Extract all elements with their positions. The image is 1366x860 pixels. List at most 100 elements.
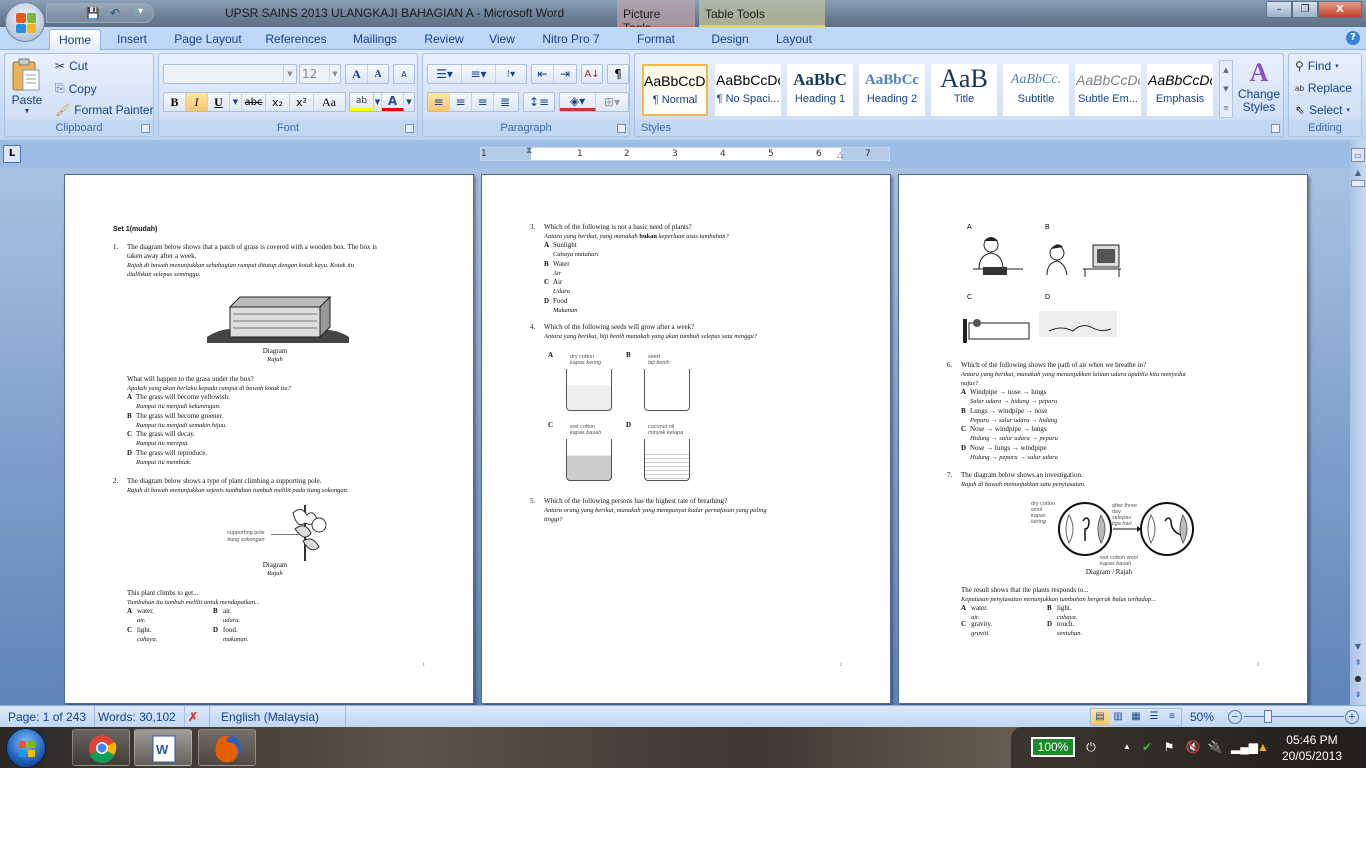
borders-button[interactable]: ⊞▾ — [596, 93, 628, 111]
italic-button[interactable]: I — [186, 93, 208, 111]
underline-dropdown-icon[interactable]: ▼ — [230, 93, 242, 111]
shrink-font-button[interactable]: A — [368, 65, 388, 83]
office-button[interactable] — [5, 2, 45, 42]
shading-button[interactable]: ◈▾ — [560, 93, 596, 111]
volume-muted-icon[interactable]: 🔇 — [1185, 739, 1201, 755]
battery-indicator[interactable]: 100% — [1031, 737, 1075, 757]
paste-button[interactable]: Paste ▼ — [11, 58, 43, 115]
scroll-thumb[interactable] — [1351, 180, 1365, 187]
clock[interactable]: 05:46 PM 20/05/2013 — [1282, 732, 1342, 764]
numbering-button[interactable]: ≡▾ — [462, 65, 496, 83]
option-text[interactable]: The grass will decay. — [136, 430, 195, 439]
style-subtitle[interactable]: AaBbCc. Subtitle — [1003, 64, 1069, 116]
scroll-down-icon[interactable]: ▼ — [1351, 640, 1365, 654]
browse-object-icon[interactable]: ● — [1351, 672, 1365, 686]
zoom-slider-thumb[interactable] — [1264, 710, 1272, 723]
sort-button[interactable]: A↓ — [582, 65, 602, 83]
option-text[interactable]: Sunlight — [553, 241, 577, 250]
usb-device-icon[interactable]: ✔ — [1139, 739, 1155, 755]
vertical-scrollbar[interactable]: ▭ ▲ ▼ ⇞ ● ⇟ — [1350, 140, 1366, 705]
word-count[interactable]: Words: 30,102 — [90, 706, 185, 728]
show-formatting-button[interactable]: ¶ — [608, 65, 628, 83]
tab-picture-format[interactable]: Format — [630, 29, 682, 50]
option-text[interactable]: gravity. — [971, 620, 992, 629]
minimize-button[interactable]: – — [1266, 1, 1292, 18]
decrease-indent-button[interactable]: ⇤ — [532, 65, 554, 83]
option-text[interactable]: Windpipe → nose → lungs — [970, 388, 1046, 397]
clear-formatting-button[interactable]: A — [394, 65, 414, 83]
zoom-slider[interactable] — [1244, 716, 1344, 717]
paragraph-dialog-launcher[interactable] — [617, 124, 626, 133]
style-normal[interactable]: AaBbCcDc ¶ Normal — [642, 64, 708, 116]
scroll-up-icon[interactable]: ▲ — [1351, 166, 1365, 180]
tab-insert[interactable]: Insert — [110, 29, 154, 50]
print-layout-view[interactable]: ▤ — [1091, 709, 1109, 725]
option-text[interactable]: Air — [553, 278, 562, 287]
font-color-button[interactable]: A — [382, 93, 404, 111]
word-taskbar-button[interactable]: W — [134, 729, 192, 766]
format-painter-button[interactable]: 🖌 Format Painter — [55, 103, 154, 117]
tab-page-layout[interactable]: Page Layout — [170, 29, 246, 50]
option-text[interactable]: Nose → lungs → windpipe — [970, 444, 1047, 453]
power-icon[interactable]: 🔌 — [1207, 739, 1223, 755]
power-plug-icon[interactable]: ⏻ — [1083, 739, 1099, 755]
justify-button[interactable]: ≣ — [494, 93, 516, 111]
horizontal-ruler[interactable]: 1 1 2 3 4 5 6 7 ⧗ △ — [480, 146, 890, 162]
tab-table-design[interactable]: Design — [706, 29, 754, 50]
option-text[interactable]: Nose → windpipe → lungs — [970, 425, 1047, 434]
zoom-out-button[interactable]: − — [1228, 710, 1242, 724]
customize-qat-icon[interactable]: ▾ — [138, 6, 143, 17]
option-text[interactable]: Food — [553, 297, 567, 306]
option-text[interactable]: light. — [1057, 604, 1072, 613]
line-spacing-button[interactable]: ↕≡ — [524, 93, 554, 111]
tab-view[interactable]: View — [484, 29, 520, 50]
draft-view[interactable]: ≡ — [1163, 709, 1181, 725]
zoom-level[interactable]: 50% — [1190, 706, 1214, 728]
align-left-button[interactable]: ≡ — [428, 93, 450, 111]
style-subtle-emphasis[interactable]: AaBbCcDc Subtle Em... — [1075, 64, 1141, 116]
subscript-button[interactable]: x₂ — [266, 93, 290, 111]
undo-icon[interactable]: ↶ — [107, 5, 123, 21]
copy-button[interactable]: ⎘ Copy — [55, 81, 97, 96]
font-size-combo[interactable]: 12 ▼ — [299, 64, 341, 84]
proofing-icon[interactable]: ✗ — [180, 706, 210, 728]
full-screen-reading-view[interactable]: ▥ — [1109, 709, 1127, 725]
close-button[interactable]: X — [1318, 1, 1362, 18]
tab-references[interactable]: References — [262, 29, 330, 50]
option-text[interactable]: The grass will become greener. — [136, 412, 223, 421]
outline-view[interactable]: ☰ — [1145, 709, 1163, 725]
tab-mailings[interactable]: Mailings — [346, 29, 404, 50]
align-center-button[interactable]: ≡ — [450, 93, 472, 111]
option-text[interactable]: light. — [137, 626, 152, 635]
option-text[interactable]: Lungs → windpipe → nose — [970, 407, 1047, 416]
change-case-button[interactable]: Aa — [314, 93, 344, 111]
styles-dialog-launcher[interactable] — [1271, 124, 1280, 133]
style-title[interactable]: AaB Title — [931, 64, 997, 116]
right-indent-marker[interactable]: △ — [837, 150, 843, 159]
find-button[interactable]: ⚲ Find ▾ — [1295, 59, 1339, 73]
grow-font-button[interactable]: A — [346, 65, 368, 83]
increase-indent-button[interactable]: ⇥ — [554, 65, 576, 83]
next-page-icon[interactable]: ⇟ — [1351, 688, 1365, 702]
google-drive-icon[interactable]: ▲ — [1255, 739, 1271, 755]
ruler-toggle-icon[interactable]: ▭ — [1351, 148, 1365, 162]
bold-button[interactable]: B — [164, 93, 186, 111]
bullets-button[interactable]: ☰▾ — [428, 65, 462, 83]
superscript-button[interactable]: x² — [290, 93, 314, 111]
tab-table-layout[interactable]: Layout — [770, 29, 818, 50]
tab-nitro-pro[interactable]: Nitro Pro 7 — [538, 29, 604, 50]
font-name-combo[interactable]: ▼ — [163, 64, 297, 84]
strikethrough-button[interactable]: abc — [242, 93, 266, 111]
clipboard-dialog-launcher[interactable] — [141, 124, 150, 133]
action-center-flag-icon[interactable]: ⚑ — [1161, 739, 1177, 755]
multilevel-list-button[interactable]: ⁝▾ — [496, 65, 526, 83]
tab-home[interactable]: Home — [49, 29, 101, 50]
page-count[interactable]: Page: 1 of 243 — [0, 706, 96, 728]
change-styles-button[interactable]: A Change Styles — [1237, 58, 1281, 114]
option-text[interactable]: water. — [137, 607, 154, 616]
chrome-taskbar-button[interactable] — [72, 729, 130, 766]
option-text[interactable]: Water — [553, 260, 570, 269]
option-text[interactable]: The grass will become yellowish. — [136, 393, 230, 402]
indent-marker[interactable]: ⧗ — [526, 146, 536, 162]
language[interactable]: English (Malaysia) — [213, 706, 346, 728]
